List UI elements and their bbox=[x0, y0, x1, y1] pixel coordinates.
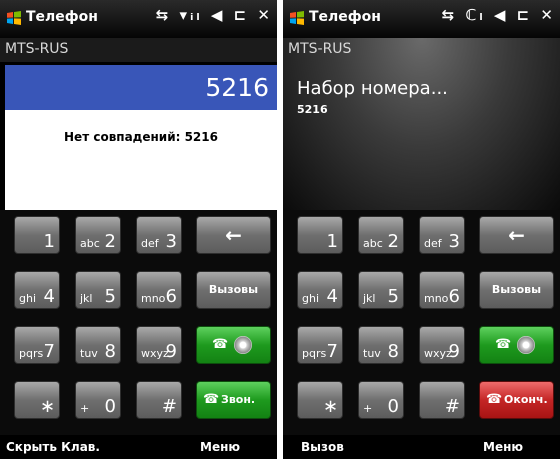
key-2[interactable]: abc 2 bbox=[75, 216, 121, 254]
key-6[interactable]: mno 6 bbox=[419, 271, 465, 309]
key-star[interactable]: ∗ bbox=[297, 381, 343, 419]
windows-start-icon[interactable] bbox=[6, 11, 22, 25]
hide-keypad-softkey[interactable]: Скрыть Клав. bbox=[6, 440, 100, 454]
key-0[interactable]: +0 bbox=[358, 381, 404, 419]
status-bar: Телефон ⇆ ℂₗ ◀ ⊏ ✕ bbox=[283, 0, 560, 38]
key-3[interactable]: def 3 bbox=[136, 216, 182, 254]
status-icons[interactable]: ⇆ ℂₗ ◀ ⊏ ✕ bbox=[442, 6, 556, 24]
softkey-bar: Вызов Меню bbox=[283, 435, 560, 459]
key-7[interactable]: pqrs 7 bbox=[14, 326, 60, 364]
backspace-button[interactable]: ← bbox=[196, 216, 271, 254]
voicemail-button[interactable]: ☎ bbox=[479, 326, 554, 364]
backspace-button[interactable]: ← bbox=[479, 216, 554, 254]
windows-start-icon[interactable] bbox=[289, 11, 305, 25]
dialing-area bbox=[283, 38, 560, 210]
calls-button[interactable]: Вызовы bbox=[196, 271, 271, 309]
key-hash[interactable]: # bbox=[419, 381, 465, 419]
no-matches-text: Нет совпадений: 5216 bbox=[64, 130, 218, 144]
calls-button[interactable]: Вызовы bbox=[479, 271, 554, 309]
end-call-button[interactable]: ☎ Оконч. bbox=[479, 381, 554, 419]
key-5[interactable]: jkl 5 bbox=[75, 271, 121, 309]
key-9[interactable]: wxyz 9 bbox=[419, 326, 465, 364]
dialing-number: 5216 bbox=[297, 103, 328, 116]
voicemail-icon bbox=[517, 336, 535, 354]
phone-screen-dialing: Телефон ⇆ ℂₗ ◀ ⊏ ✕ MTS-RUS Набор номера.… bbox=[283, 0, 560, 459]
dial-keypad: 1 abc 2 def 3 ← ghi 4 jkl 5 mno 6 Вызовы pqrs… bbox=[283, 210, 560, 435]
phone-screen-search: Телефон ⇆ ▾ᵢₗ ◀ ⊏ ✕ MTS-RUS 5216 Нет сов… bbox=[0, 0, 277, 459]
entered-number[interactable]: 5216 bbox=[5, 65, 277, 110]
key-4[interactable]: ghi 4 bbox=[14, 271, 60, 309]
softkey-bar: Скрыть Клав. Меню bbox=[0, 435, 277, 459]
dial-keypad: 1 abc 2 def 3 ← ghi 4 jkl 5 mno 6 Вызовы pqrs… bbox=[0, 210, 277, 435]
status-icons[interactable]: ⇆ ▾ᵢₗ ◀ ⊏ ✕ bbox=[156, 6, 273, 24]
status-title: Телефон bbox=[309, 9, 381, 25]
key-3[interactable]: def 3 bbox=[419, 216, 465, 254]
status-bar: Телефон ⇆ ▾ᵢₗ ◀ ⊏ ✕ bbox=[0, 0, 277, 38]
key-6[interactable]: mno 6 bbox=[136, 271, 182, 309]
key-1[interactable]: 1 bbox=[297, 216, 343, 254]
phone-icon: ☎ bbox=[486, 392, 503, 407]
key-9[interactable]: wxyz 9 bbox=[136, 326, 182, 364]
voicemail-icon bbox=[234, 336, 252, 354]
key-7[interactable]: pqrs 7 bbox=[297, 326, 343, 364]
key-5[interactable]: jkl 5 bbox=[358, 271, 404, 309]
call-button[interactable]: ☎ Звон. bbox=[196, 381, 271, 419]
key-0[interactable]: +0 bbox=[75, 381, 121, 419]
carrier-name: MTS-RUS bbox=[288, 41, 352, 57]
call-softkey[interactable]: Вызов bbox=[301, 440, 344, 454]
key-star[interactable]: ∗ bbox=[14, 381, 60, 419]
dialing-status: Набор номера... bbox=[297, 78, 448, 99]
voicemail-button[interactable]: ☎ bbox=[196, 326, 271, 364]
search-results: Нет совпадений: 5216 bbox=[5, 110, 277, 210]
phone-icon: ☎ bbox=[212, 337, 229, 352]
key-2[interactable]: abc 2 bbox=[358, 216, 404, 254]
key-8[interactable]: tuv 8 bbox=[358, 326, 404, 364]
phone-icon: ☎ bbox=[203, 392, 220, 407]
menu-softkey[interactable]: Меню bbox=[200, 440, 240, 454]
backspace-icon: ← bbox=[508, 223, 525, 247]
menu-softkey[interactable]: Меню bbox=[483, 440, 523, 454]
backspace-icon: ← bbox=[225, 223, 242, 247]
key-1[interactable]: 1 bbox=[14, 216, 60, 254]
key-4[interactable]: ghi 4 bbox=[297, 271, 343, 309]
carrier-name: MTS-RUS bbox=[0, 38, 277, 62]
key-hash[interactable]: # bbox=[136, 381, 182, 419]
status-title: Телефон bbox=[26, 9, 98, 25]
key-8[interactable]: tuv 8 bbox=[75, 326, 121, 364]
phone-icon: ☎ bbox=[495, 337, 512, 352]
